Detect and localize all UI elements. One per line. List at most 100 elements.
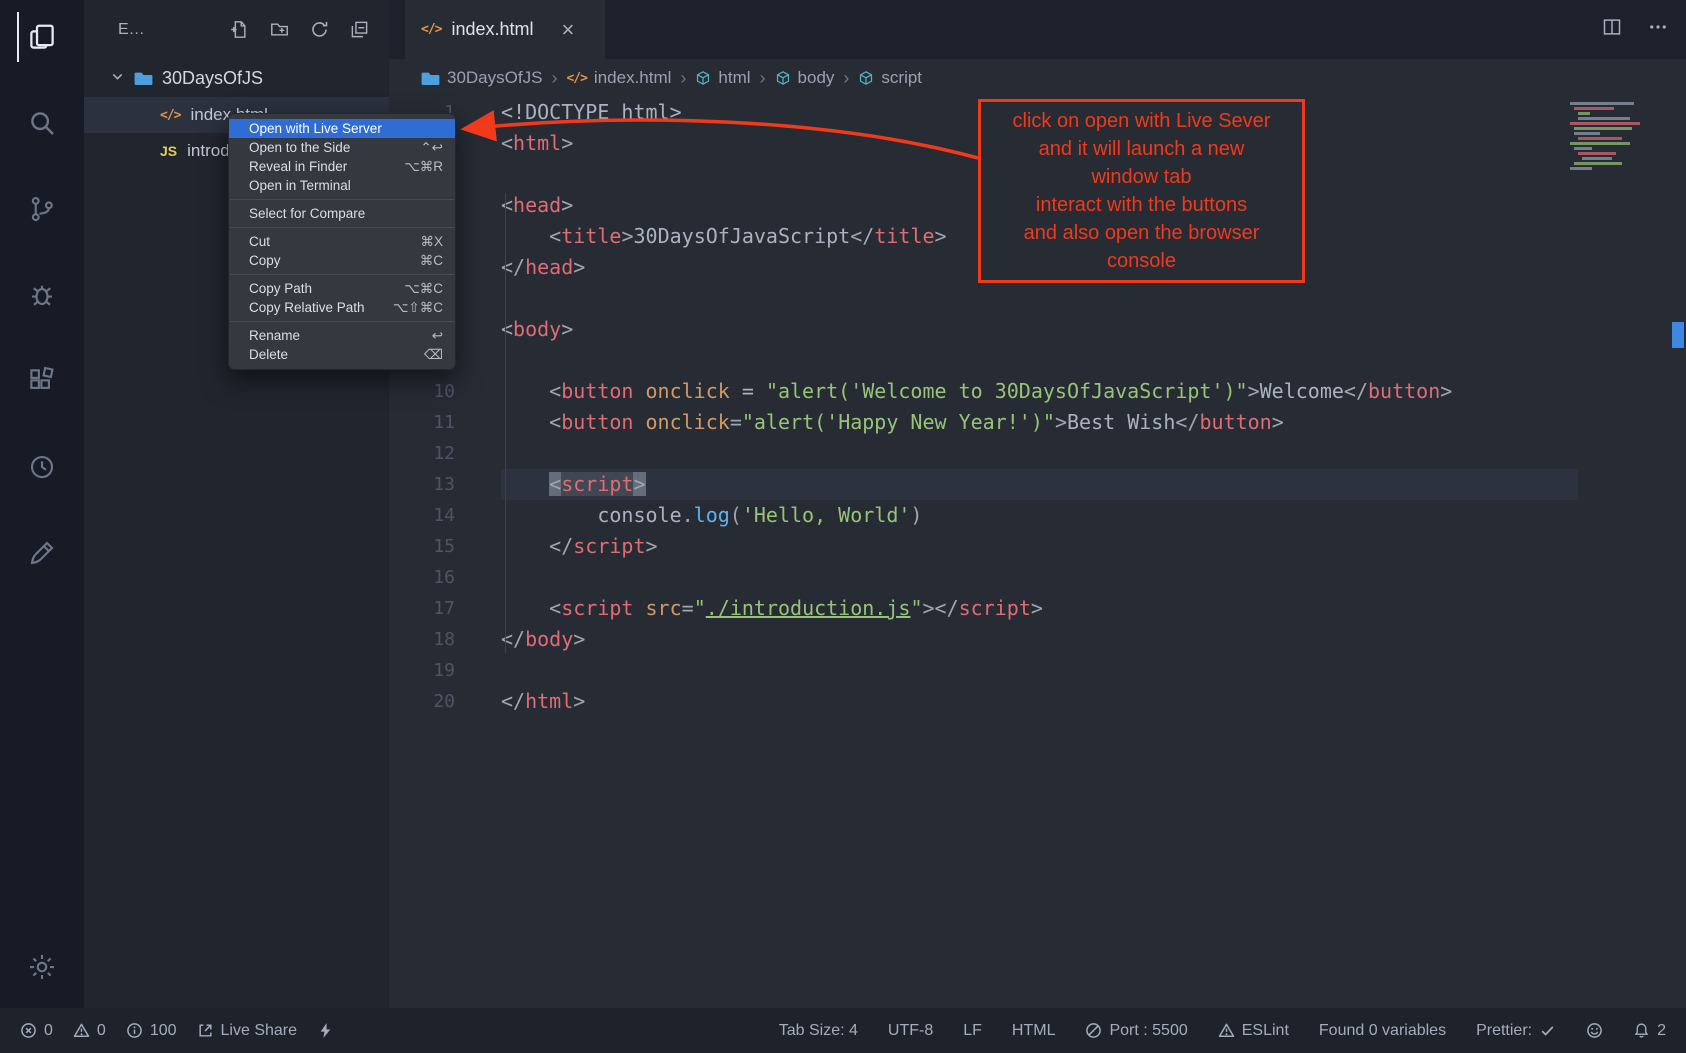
code-line-20[interactable]: 20</html> <box>389 686 1686 717</box>
source-control-activity-button[interactable] <box>17 184 67 234</box>
extensions-icon <box>27 366 57 396</box>
settings-gear-activity-button[interactable] <box>17 942 67 992</box>
status-prettier[interactable]: Prettier: <box>1476 1022 1556 1040</box>
indent-guide <box>505 193 506 653</box>
close-icon[interactable]: × <box>562 19 575 41</box>
status-label: 0 <box>44 1022 53 1040</box>
code-line-9[interactable]: 9 <box>389 345 1686 376</box>
root-folder-item[interactable]: 30DaysOfJS <box>84 59 389 97</box>
status-smiley-icon[interactable] <box>1586 1022 1603 1039</box>
code-line-8[interactable]: 8<body> <box>389 314 1686 345</box>
status-utf-8[interactable]: UTF-8 <box>888 1022 933 1040</box>
code-line-17[interactable]: 17 <script src="./introduction.js"></scr… <box>389 593 1686 624</box>
status-0[interactable]: 0 <box>20 1022 53 1040</box>
status-label: Prettier: <box>1476 1022 1532 1040</box>
code-line-18[interactable]: 18</body> <box>389 624 1686 655</box>
menu-item-copy[interactable]: Copy⌘C <box>229 251 455 270</box>
status-port-5500[interactable]: Port : 5500 <box>1085 1022 1187 1040</box>
status-html[interactable]: HTML <box>1012 1022 1056 1040</box>
line-number: 16 <box>389 562 455 593</box>
status-found-0-variables[interactable]: Found 0 variables <box>1319 1022 1446 1040</box>
info-icon <box>126 1022 143 1039</box>
menu-item-cut[interactable]: Cut⌘X <box>229 232 455 251</box>
refresh-button[interactable] <box>307 18 331 42</box>
status-label: LF <box>963 1022 982 1040</box>
menu-shortcut: ↩ <box>432 328 443 344</box>
new-folder-button[interactable] <box>267 18 291 42</box>
extensions-activity-button[interactable] <box>17 356 67 406</box>
new-file-button[interactable] <box>227 18 251 42</box>
search-activity-button[interactable] <box>17 98 67 148</box>
breadcrumb-label: body <box>798 68 835 88</box>
more-actions-button[interactable] <box>1648 17 1668 42</box>
breadcrumb-item-index-html[interactable]: </>index.html <box>566 68 671 88</box>
line-number: 14 <box>389 500 455 531</box>
symbol-cube-icon <box>695 70 711 86</box>
menu-item-copy-path[interactable]: Copy Path⌥⌘C <box>229 279 455 298</box>
line-number: 13 <box>389 469 455 500</box>
breadcrumb-item-30daysofjs[interactable]: 30DaysOfJS <box>421 68 542 88</box>
code-line-16[interactable]: 16 <box>389 562 1686 593</box>
menu-item-reveal-in-finder[interactable]: Reveal in Finder⌥⌘R <box>229 157 455 176</box>
code-line-12[interactable]: 12 <box>389 438 1686 469</box>
pen-activity-button[interactable] <box>17 528 67 578</box>
status-tab-size-4[interactable]: Tab Size: 4 <box>779 1022 858 1040</box>
menu-item-delete[interactable]: Delete⌫ <box>229 345 455 364</box>
minimap[interactable] <box>1570 102 1658 172</box>
files-icon <box>27 22 57 52</box>
line-number: 15 <box>389 531 455 562</box>
menu-item-open-to-the-side[interactable]: Open to the Side⌃↩ <box>229 138 455 157</box>
settings-gear-icon <box>27 952 57 982</box>
debug-activity-button[interactable] <box>17 270 67 320</box>
status-100[interactable]: 100 <box>126 1022 177 1040</box>
line-number: 10 <box>389 376 455 407</box>
code-line-7[interactable]: 7 <box>389 283 1686 314</box>
annotation-text-line: and also open the browser <box>983 219 1300 247</box>
status-label: Tab Size: 4 <box>779 1022 858 1040</box>
menu-shortcut: ⌥⌘R <box>404 159 443 175</box>
check-icon <box>1539 1022 1556 1039</box>
status-bar: 0 0 100 Live Share Tab Size: 4 UTF-8 LF HTML Po… <box>0 1008 1686 1053</box>
chevron-down-icon[interactable] <box>110 68 125 89</box>
split-editor-button[interactable] <box>1602 17 1622 42</box>
collapse-all-button[interactable] <box>347 18 371 42</box>
folder-icon <box>421 69 440 88</box>
menu-item-open-with-live-server[interactable]: Open with Live Server <box>229 119 455 138</box>
activity-bar-bottom <box>17 942 67 992</box>
status-lightning-icon[interactable] <box>317 1022 334 1039</box>
status-label: Live Share <box>221 1022 298 1040</box>
code-line-11[interactable]: 11 <button onclick="alert('Happy New Yea… <box>389 407 1686 438</box>
breadcrumb-item-html[interactable]: html <box>695 68 750 88</box>
warning-icon <box>73 1022 90 1039</box>
status-2[interactable]: 2 <box>1633 1022 1666 1040</box>
status-lf[interactable]: LF <box>963 1022 982 1040</box>
menu-item-open-in-terminal[interactable]: Open in Terminal <box>229 176 455 195</box>
menu-item-rename[interactable]: Rename↩ <box>229 326 455 345</box>
code-line-10[interactable]: 10 <button onclick = "alert('Welcome to … <box>389 376 1686 407</box>
breadcrumb-item-body[interactable]: body <box>775 68 835 88</box>
status-bar-right: Tab Size: 4 UTF-8 LF HTML Port : 5500 ESLint F… <box>779 1022 1666 1040</box>
status-eslint[interactable]: ESLint <box>1218 1022 1289 1040</box>
code-line-14[interactable]: 14 console.log('Hello, World') <box>389 500 1686 531</box>
code-line-15[interactable]: 15 </script> <box>389 531 1686 562</box>
menu-item-label: Open with Live Server <box>249 121 382 136</box>
history-icon <box>27 452 57 482</box>
history-activity-button[interactable] <box>17 442 67 492</box>
tab-index-html[interactable]: </> index.html × <box>405 0 605 59</box>
breadcrumb-separator: › <box>843 68 849 89</box>
menu-item-copy-relative-path[interactable]: Copy Relative Path⌥⇧⌘C <box>229 298 455 317</box>
source-control-icon <box>27 194 57 224</box>
pen-icon <box>27 538 57 568</box>
files-activity-button[interactable] <box>17 12 67 62</box>
annotation-text-line: and it will launch a new <box>983 135 1300 163</box>
status-0[interactable]: 0 <box>73 1022 106 1040</box>
menu-item-label: Copy Relative Path <box>249 300 365 315</box>
activity-bar <box>0 0 84 1008</box>
code-line-19[interactable]: 19 <box>389 655 1686 686</box>
breadcrumb-item-script[interactable]: script <box>858 68 922 88</box>
status-live-share[interactable]: Live Share <box>197 1022 298 1040</box>
code-line-13[interactable]: 13 <script> <box>389 469 1686 500</box>
activity-bar-top <box>17 12 67 578</box>
menu-item-select-for-compare[interactable]: Select for Compare <box>229 204 455 223</box>
menu-shortcut: ⌘X <box>420 234 443 250</box>
